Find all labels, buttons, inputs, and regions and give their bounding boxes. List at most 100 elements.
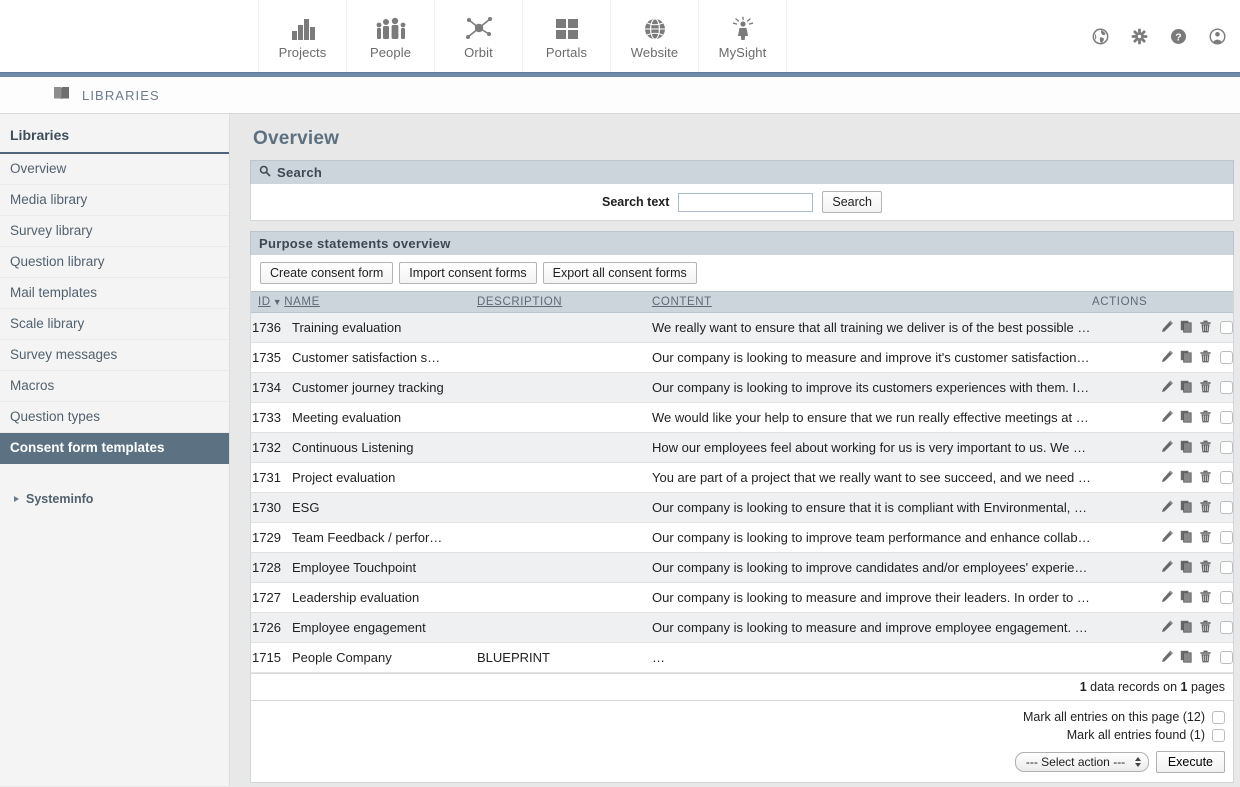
mark-all-found-checkbox[interactable] [1212, 728, 1225, 742]
table-row[interactable]: 1729 Team Feedback / perfor… Our company i… [251, 522, 1233, 553]
nav-item-projects[interactable]: Projects [258, 0, 347, 72]
help-icon[interactable]: ? [1170, 28, 1187, 48]
user-account-icon[interactable] [1209, 28, 1226, 48]
table-row[interactable]: 1734 Customer journey tracking Our company… [251, 372, 1233, 403]
duplicate-copy-icon[interactable] [1180, 350, 1193, 366]
row-select-checkbox[interactable] [1220, 561, 1233, 575]
select-action-dropdown[interactable]: --- Select action --- [1014, 752, 1149, 772]
column-link-content[interactable]: CONTENT [652, 296, 712, 308]
edit-pencil-icon[interactable] [1161, 320, 1174, 336]
edit-pencil-icon[interactable] [1161, 620, 1174, 636]
row-select-checkbox[interactable] [1220, 381, 1233, 395]
sidebar-item-survey-library[interactable]: Survey library [0, 216, 229, 247]
sidebar-label-mail-templates: Mail templates [10, 285, 98, 300]
edit-pencil-icon[interactable] [1161, 350, 1174, 366]
search-input[interactable] [678, 192, 814, 212]
delete-trash-icon[interactable] [1199, 590, 1212, 606]
column-header-content[interactable]: CONTENT [651, 291, 1091, 313]
sidebar-item-scale-library[interactable]: Scale library [0, 309, 229, 340]
delete-trash-icon[interactable] [1199, 320, 1212, 336]
duplicate-copy-icon[interactable] [1180, 320, 1193, 336]
duplicate-copy-icon[interactable] [1180, 410, 1193, 426]
delete-trash-icon[interactable] [1199, 620, 1212, 636]
delete-trash-icon[interactable] [1199, 350, 1212, 366]
create-consent-form-button[interactable]: Create consent form [260, 262, 394, 284]
table-row[interactable]: 1726 Employee engagement Our company is lo… [251, 612, 1233, 643]
table-row[interactable]: 1727 Leadership evaluation Our company is … [251, 582, 1233, 613]
row-select-checkbox[interactable] [1220, 591, 1233, 605]
column-header-description[interactable]: DESCRIPTION [476, 291, 651, 313]
sidebar-item-overview[interactable]: Overview [0, 154, 229, 185]
column-link-name[interactable]: NAME [284, 296, 320, 308]
column-link-id[interactable]: ID [258, 296, 271, 308]
delete-trash-icon[interactable] [1199, 560, 1212, 576]
delete-trash-icon[interactable] [1199, 470, 1212, 486]
table-row[interactable]: 1715 People Company BLUEPRINT… [251, 642, 1233, 673]
edit-pencil-icon[interactable] [1161, 590, 1174, 606]
row-select-checkbox[interactable] [1220, 351, 1233, 365]
export-all-consent-forms-button[interactable]: Export all consent forms [542, 262, 697, 284]
nav-item-mysight[interactable]: MySight [698, 0, 787, 72]
duplicate-copy-icon[interactable] [1180, 380, 1193, 396]
delete-trash-icon[interactable] [1199, 650, 1212, 666]
row-select-checkbox[interactable] [1220, 441, 1233, 455]
table-row[interactable]: 1735 Customer satisfaction s… Our company … [251, 342, 1233, 373]
duplicate-copy-icon[interactable] [1180, 560, 1193, 576]
execute-button[interactable]: Execute [1155, 751, 1225, 773]
breadcrumb-libraries[interactable]: LIBRARIES [52, 84, 160, 106]
duplicate-copy-icon[interactable] [1180, 590, 1193, 606]
table-row[interactable]: 1731 Project evaluation You are part of a … [251, 462, 1233, 493]
sidebar-item-consent-form-templates[interactable]: Consent form templates [0, 433, 229, 464]
search-button[interactable]: Search [822, 191, 882, 213]
nav-item-people[interactable]: People [346, 0, 435, 72]
import-consent-forms-button[interactable]: Import consent forms [399, 262, 537, 284]
delete-trash-icon[interactable] [1199, 500, 1212, 516]
mark-all-page-checkbox[interactable] [1212, 710, 1225, 724]
sidebar-item-question-library[interactable]: Question library [0, 247, 229, 278]
edit-pencil-icon[interactable] [1161, 410, 1174, 426]
sidebar-group-systeminfo[interactable]: Systeminfo [0, 492, 229, 506]
row-select-checkbox[interactable] [1220, 501, 1233, 515]
nav-item-website[interactable]: Website [610, 0, 699, 72]
edit-pencil-icon[interactable] [1161, 560, 1174, 576]
delete-trash-icon[interactable] [1199, 380, 1212, 396]
duplicate-copy-icon[interactable] [1180, 530, 1193, 546]
row-select-checkbox[interactable] [1220, 651, 1233, 665]
nav-item-portals[interactable]: Portals [522, 0, 611, 72]
sidebar-item-question-types[interactable]: Question types [0, 402, 229, 433]
gear-icon[interactable] [1131, 28, 1148, 48]
duplicate-copy-icon[interactable] [1180, 500, 1193, 516]
nav-item-orbit[interactable]: Orbit [434, 0, 523, 72]
table-row[interactable]: 1732 Continuous Listening How our employee… [251, 432, 1233, 463]
column-link-description[interactable]: DESCRIPTION [477, 296, 562, 308]
column-header-id[interactable]: ID ▼ NAME [251, 291, 319, 313]
duplicate-copy-icon[interactable] [1180, 620, 1193, 636]
row-select-checkbox[interactable] [1220, 471, 1233, 485]
edit-pencil-icon[interactable] [1161, 470, 1174, 486]
edit-pencil-icon[interactable] [1161, 530, 1174, 546]
duplicate-copy-icon[interactable] [1180, 650, 1193, 666]
delete-trash-icon[interactable] [1199, 440, 1212, 456]
table-row[interactable]: 1728 Employee Touchpoint Our company is lo… [251, 552, 1233, 583]
search-icon [259, 165, 271, 180]
edit-pencil-icon[interactable] [1161, 500, 1174, 516]
sidebar-item-media-library[interactable]: Media library [0, 185, 229, 216]
sidebar-item-mail-templates[interactable]: Mail templates [0, 278, 229, 309]
row-select-checkbox[interactable] [1220, 621, 1233, 635]
row-select-checkbox[interactable] [1220, 531, 1233, 545]
sidebar-item-macros[interactable]: Macros [0, 371, 229, 402]
duplicate-copy-icon[interactable] [1180, 470, 1193, 486]
table-row[interactable]: 1733 Meeting evaluation We would like your… [251, 402, 1233, 433]
duplicate-copy-icon[interactable] [1180, 440, 1193, 456]
edit-pencil-icon[interactable] [1161, 440, 1174, 456]
language-globe-icon[interactable] [1092, 28, 1109, 48]
row-select-checkbox[interactable] [1220, 411, 1233, 425]
sidebar-item-survey-messages[interactable]: Survey messages [0, 340, 229, 371]
edit-pencil-icon[interactable] [1161, 380, 1174, 396]
row-select-checkbox[interactable] [1220, 321, 1233, 335]
table-row[interactable]: 1730 ESG Our company is looking to ensure … [251, 492, 1233, 523]
delete-trash-icon[interactable] [1199, 530, 1212, 546]
table-row[interactable]: 1736 Training evaluation We really want to… [251, 312, 1233, 343]
edit-pencil-icon[interactable] [1161, 650, 1174, 666]
delete-trash-icon[interactable] [1199, 410, 1212, 426]
